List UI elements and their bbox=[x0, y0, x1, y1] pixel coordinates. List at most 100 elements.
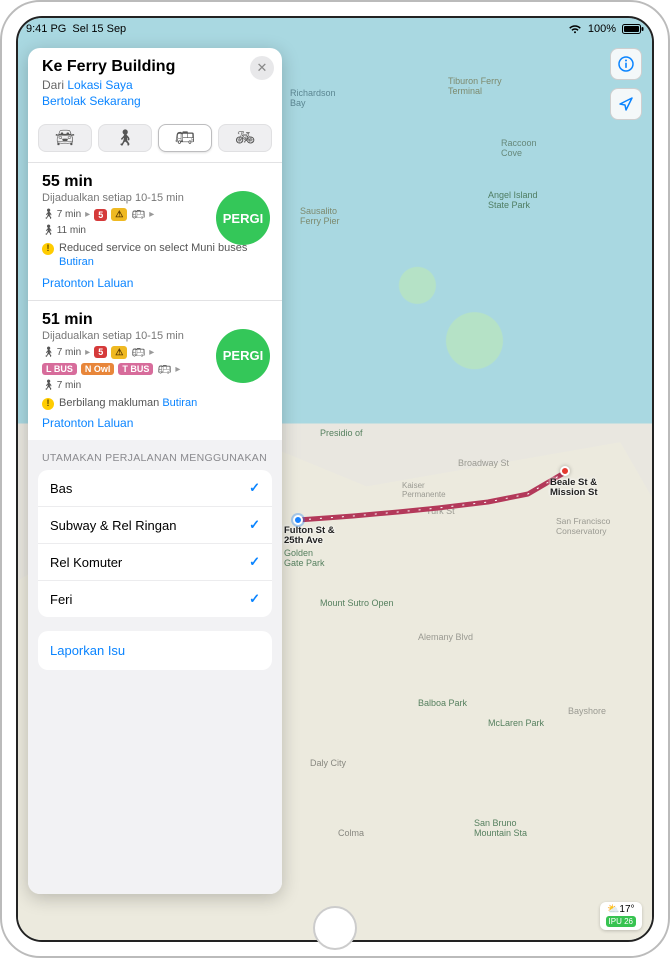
bike-icon: 🚲︎ bbox=[235, 128, 255, 148]
home-button[interactable] bbox=[313, 906, 357, 950]
walk-icon: 🚶︎ bbox=[42, 209, 55, 220]
map-label: Balboa Park bbox=[418, 698, 467, 708]
walk-icon: 🚶︎ bbox=[42, 380, 55, 391]
transit-line-badge: L BUS bbox=[42, 363, 77, 375]
chevron-right-icon: ▸ bbox=[85, 209, 90, 220]
destination-title: Ke Ferry Building bbox=[42, 58, 270, 76]
map-label: Broadway St bbox=[458, 458, 509, 468]
checkmark-icon: ✓ bbox=[249, 591, 260, 607]
air-quality-badge: IPU 26 bbox=[606, 916, 636, 927]
alert-text: Berbilang makluman bbox=[59, 397, 162, 409]
transit-line-badge: 5 bbox=[94, 346, 107, 358]
route-option-1[interactable]: 55 min Dijadualkan setiap 10-15 min 🚶︎7 … bbox=[28, 163, 282, 300]
directions-card: Ke Ferry Building Dari Lokasi Saya Berto… bbox=[28, 48, 282, 894]
map-label: Angel IslandState Park bbox=[488, 190, 538, 210]
pref-label: Feri bbox=[50, 592, 72, 607]
weather-badge[interactable]: ⛅17° IPU 26 bbox=[600, 902, 642, 930]
pref-label: Subway & Rel Ringan bbox=[50, 518, 176, 533]
status-time: 9:41 PG bbox=[26, 23, 66, 35]
route-start-label: Fulton St &25th Ave bbox=[284, 526, 335, 547]
alert-badge-icon: ⚠︎ bbox=[111, 208, 127, 221]
route-option-2[interactable]: 51 min Dijadualkan setiap 10-15 min 🚶︎7 … bbox=[28, 301, 282, 441]
transit-icon: 🚌︎ bbox=[175, 128, 195, 148]
route-start-pin bbox=[293, 515, 303, 525]
alert-text: Reduced service on select Muni buses bbox=[59, 242, 247, 254]
map-label: Presidio of bbox=[320, 428, 363, 438]
report-issue-link[interactable]: Laporkan Isu bbox=[38, 631, 272, 670]
map-label: Bayshore bbox=[568, 706, 606, 716]
chevron-right-icon: ▸ bbox=[85, 347, 90, 358]
checkmark-icon: ✓ bbox=[249, 517, 260, 533]
chevron-right-icon: ▸ bbox=[175, 364, 180, 375]
from-location-link[interactable]: Lokasi Saya bbox=[67, 78, 132, 92]
preview-route-link[interactable]: Pratonton Laluan bbox=[42, 416, 133, 430]
map-label: McLaren Park bbox=[488, 718, 544, 728]
mode-walk-button[interactable]: 🚶︎ bbox=[98, 124, 152, 152]
alert-badge-icon: ⚠︎ bbox=[111, 346, 127, 359]
map-label: Tiburon FerryTerminal bbox=[448, 76, 502, 96]
car-icon: 🚘︎ bbox=[55, 128, 75, 148]
from-line: Dari Lokasi Saya bbox=[42, 78, 270, 92]
transit-line-badge: 5 bbox=[94, 209, 107, 221]
walk-time: 11 min bbox=[57, 225, 86, 236]
ipad-frame: RichardsonBay Tiburon FerryTerminal Racc… bbox=[0, 0, 670, 958]
pref-row-subway[interactable]: Subway & Rel Ringan ✓ bbox=[38, 507, 272, 544]
map-label: San FranciscoConservatory bbox=[556, 516, 610, 536]
map-label: San BrunoMountain Sta bbox=[474, 818, 527, 838]
weather-temp: 17° bbox=[619, 904, 634, 915]
map-label: Alemany Blvd bbox=[418, 632, 473, 642]
checkmark-icon: ✓ bbox=[249, 554, 260, 570]
route-duration: 55 min bbox=[42, 173, 270, 191]
alert-details-link[interactable]: Butiran bbox=[59, 256, 94, 268]
pref-row-commuter[interactable]: Rel Komuter ✓ bbox=[38, 544, 272, 581]
from-prefix: Dari bbox=[42, 78, 67, 92]
bus-icon: 🚌︎ bbox=[131, 346, 145, 359]
transport-mode-row: 🚘︎ 🚶︎ 🚌︎ 🚲︎ bbox=[28, 116, 282, 162]
map-label: KaiserPermanente bbox=[402, 481, 446, 499]
map-label: Mount Sutro Open bbox=[320, 598, 394, 608]
walk-icon: 🚶︎ bbox=[42, 347, 55, 358]
map-label: Turk St bbox=[426, 506, 455, 516]
prefs-list: Bas ✓ Subway & Rel Ringan ✓ Rel Komuter … bbox=[38, 470, 272, 617]
alert-icon: ! bbox=[42, 398, 54, 410]
map-label: GoldenGate Park bbox=[284, 548, 325, 568]
pref-row-bus[interactable]: Bas ✓ bbox=[38, 470, 272, 507]
close-button[interactable]: ✕ bbox=[250, 56, 274, 80]
weather-icon: ⛅ bbox=[607, 904, 619, 915]
wifi-icon bbox=[568, 24, 582, 34]
report-issue-row[interactable]: Laporkan Isu bbox=[38, 631, 272, 670]
status-date: Sel 15 Sep bbox=[72, 23, 126, 35]
chevron-right-icon: ▸ bbox=[149, 347, 154, 358]
depart-time-link[interactable]: Bertolak Sekarang bbox=[42, 94, 270, 108]
map-label: SausalitoFerry Pier bbox=[300, 206, 340, 226]
map-label: Colma bbox=[338, 828, 364, 838]
map-label: RaccoonCove bbox=[501, 138, 537, 158]
mode-bike-button[interactable]: 🚲︎ bbox=[218, 124, 272, 152]
checkmark-icon: ✓ bbox=[249, 480, 260, 496]
mode-transit-button[interactable]: 🚌︎ bbox=[158, 124, 212, 152]
route-end-pin bbox=[560, 466, 570, 476]
route-end-label: Beale St &Mission St bbox=[550, 478, 598, 499]
preview-route-link[interactable]: Pratonton Laluan bbox=[42, 276, 133, 290]
go-button[interactable]: PERGI bbox=[216, 329, 270, 383]
info-button[interactable] bbox=[610, 48, 642, 80]
route-duration: 51 min bbox=[42, 311, 270, 329]
alert-details-link[interactable]: Butiran bbox=[162, 397, 197, 409]
alert-icon: ! bbox=[42, 243, 54, 255]
status-bar: 9:41 PG Sel 15 Sep 100% bbox=[18, 18, 652, 40]
chevron-right-icon: ▸ bbox=[149, 209, 154, 220]
go-button[interactable]: PERGI bbox=[216, 191, 270, 245]
walk-icon: 🚶︎ bbox=[115, 128, 135, 148]
pref-row-ferry[interactable]: Feri ✓ bbox=[38, 581, 272, 617]
close-icon: ✕ bbox=[257, 60, 268, 76]
mode-car-button[interactable]: 🚘︎ bbox=[38, 124, 92, 152]
transit-line-badge: N Owl bbox=[81, 363, 115, 375]
bus-icon: 🚌︎ bbox=[157, 363, 171, 376]
walk-icon: 🚶︎ bbox=[42, 225, 55, 236]
battery-icon bbox=[622, 24, 644, 34]
map-label: Daly City bbox=[310, 758, 346, 768]
map-label: RichardsonBay bbox=[290, 88, 336, 108]
locate-button[interactable] bbox=[610, 88, 642, 120]
walk-time: 7 min bbox=[57, 209, 81, 220]
battery-percent: 100% bbox=[588, 23, 616, 35]
